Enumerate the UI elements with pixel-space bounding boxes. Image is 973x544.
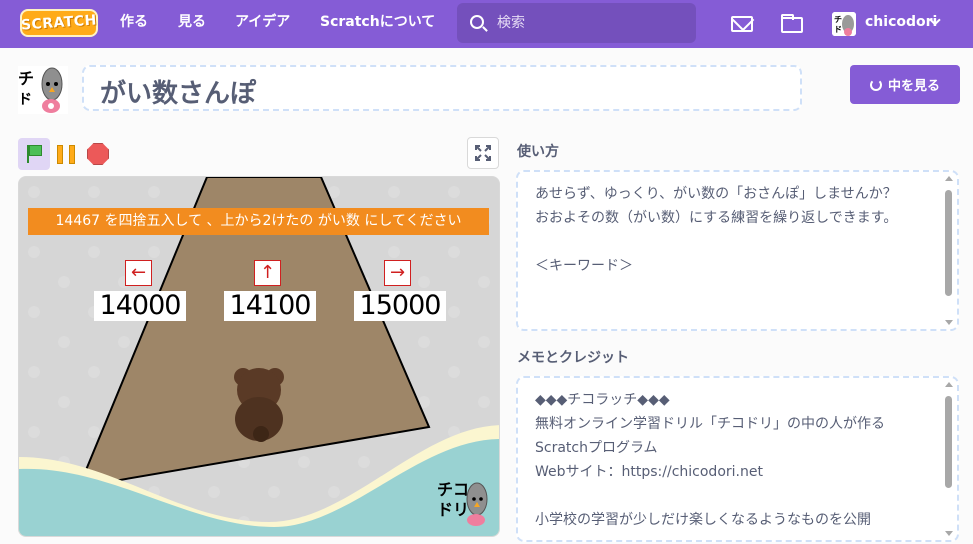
search-bar [457,3,696,43]
my-stuff-icon[interactable] [780,12,804,36]
question-banner: 14467 を四捨五入して 、上から2けたの がい数 にしてください [28,208,489,235]
instructions-text: あせらず、ゆっくり、がい数の「おさんぽ」しませんか？ おおよその数（がい数）にす… [535,186,898,274]
nav-explore[interactable]: 見る [178,0,206,48]
instructions-scrollbar[interactable] [944,176,953,325]
svg-text:チ: チ [834,15,842,24]
stop-button[interactable] [87,143,109,165]
project-title-field[interactable]: がい数さんぽ [82,65,802,111]
green-flag-button[interactable] [18,138,50,170]
fullscreen-button[interactable] [467,137,499,169]
notes-text: ◆◆◆チコラッチ◆◆◆ 無料オンライン学習ドリル「チコドリ」の中の人が作るScr… [535,392,885,528]
logo-dori: ドリ [437,500,469,519]
see-inside-button[interactable]: 中を見る [850,65,960,104]
user-avatar[interactable]: チ ド [832,12,856,36]
see-inside-label: 中を見る [887,79,940,94]
refresh-icon [869,78,882,91]
project-stage[interactable]: チコ ドリ 14467 を四捨五入して 、上から2けたの がい数 にしてください… [18,176,500,537]
nav-about[interactable]: Scratchについて [320,0,435,48]
answer-up: 14100 [224,291,316,321]
top-nav: SCRATCH 作る 見る アイデア Scratchについて チ ド chico… [0,0,973,48]
nav-ideas[interactable]: アイデア [235,0,290,48]
notes-heading: メモとクレジット [517,350,629,366]
svg-text:ド: ド [834,25,842,34]
messages-icon[interactable] [730,12,754,36]
pause-button[interactable] [56,143,78,165]
search-input[interactable] [497,11,677,35]
instructions-box[interactable]: あせらず、ゆっくり、がい数の「おさんぽ」しませんか？ おおよその数（がい数）にす… [516,170,959,331]
up-arrow-icon: ↑ [254,260,281,286]
notes-scrollbar[interactable] [944,382,953,536]
scratch-logo[interactable]: SCRATCH [20,9,98,37]
project-title: がい数さんぽ [100,79,257,109]
logo-text: SCRATCH [20,12,98,34]
search-icon [470,15,484,29]
logo-chico: チコ [437,480,469,499]
svg-text:チ: チ [18,69,34,88]
username[interactable]: chicodori [865,14,937,30]
left-arrow-icon: ← [125,260,152,286]
svg-text:ド: ド [18,92,32,108]
bear-sprite [234,368,284,442]
right-arrow-icon: → [384,260,411,286]
nav-create[interactable]: 作る [120,0,148,48]
fullscreen-icon [475,145,491,161]
instructions-heading: 使い方 [517,144,559,160]
notes-box[interactable]: ◆◆◆チコラッチ◆◆◆ 無料オンライン学習ドリル「チコドリ」の中の人が作るScr… [516,376,959,542]
project-owner-avatar[interactable]: チ ド [18,66,68,114]
answer-right: 15000 [354,291,446,321]
answer-left: 14000 [94,291,186,321]
